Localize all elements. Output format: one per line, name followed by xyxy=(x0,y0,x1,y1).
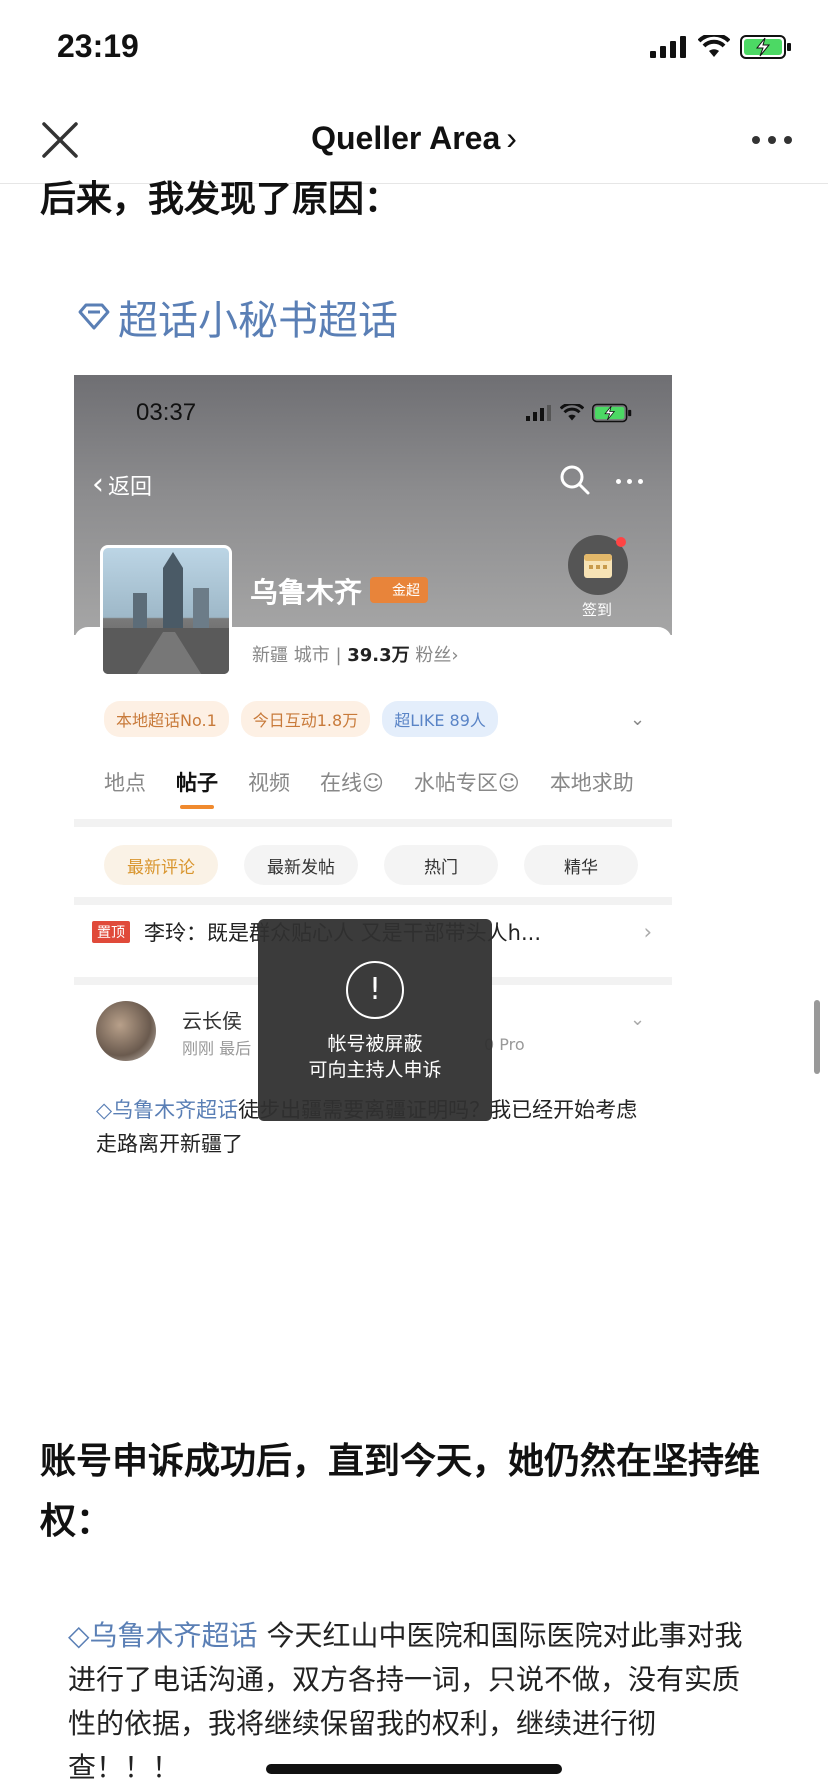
topic-link[interactable]: 超话小秘书超话 xyxy=(76,288,398,346)
calendar-icon xyxy=(584,554,612,578)
chevron-left-icon: ‹ xyxy=(92,467,104,502)
wifi-icon xyxy=(560,404,584,421)
divider xyxy=(74,819,672,827)
gold-badge: 金超 xyxy=(370,577,428,603)
notification-dot xyxy=(616,537,626,547)
city-avatar-image xyxy=(100,545,232,677)
quote-topic-link[interactable]: ◇乌鲁木齐超话 xyxy=(68,1619,258,1652)
status-bar: 23:19 xyxy=(0,0,828,100)
more-icon[interactable] xyxy=(752,136,792,144)
meta-fans-label[interactable]: 粉丝 xyxy=(415,645,451,666)
article-heading: 后来，我发现了原因： xyxy=(40,179,401,220)
embedded-screenshot: 03:37 ‹ 返回 乌鲁木齐 金超 签到 新疆 城市 | 39.3万 粉丝› … xyxy=(74,375,672,1175)
tab-places[interactable]: 地点 xyxy=(104,767,146,797)
screenshot-time: 03:37 xyxy=(136,399,197,426)
status-time: 23:19 xyxy=(57,28,139,64)
filter-hot[interactable]: 热门 xyxy=(384,845,498,885)
tab-videos[interactable]: 视频 xyxy=(248,767,290,797)
status-icons xyxy=(650,34,792,60)
topic-title: 超话小秘书超话 xyxy=(118,298,398,344)
tag-local-rank[interactable]: 本地超话No.1 xyxy=(104,701,229,737)
tab-water-posts[interactable]: 水帖专区☺ xyxy=(414,767,520,797)
chevron-down-icon[interactable]: ⌄ xyxy=(630,1009,645,1030)
post-meta: 刚刚 最后 xyxy=(182,1039,252,1058)
tag-super-like[interactable]: 超LIKE 89人 xyxy=(382,701,498,737)
battery-charging-icon xyxy=(592,403,632,423)
toast-subtitle: 可向主持人申诉 xyxy=(308,1059,442,1081)
pinned-badge: 置顶 xyxy=(92,921,130,943)
scrollbar-thumb[interactable] xyxy=(814,1000,820,1074)
chevron-down-icon[interactable]: ⌄ xyxy=(630,709,645,730)
chevron-right-icon: › xyxy=(506,120,517,156)
exclamation-icon: ! xyxy=(346,961,404,1019)
meta-type: 城市 xyxy=(293,645,330,666)
nav-title-link[interactable]: Queller Area › xyxy=(0,120,828,157)
filter-row: 最新评论 最新发帖 热门 精华 xyxy=(104,845,638,885)
diamond-icon xyxy=(78,303,110,330)
signin-button[interactable] xyxy=(568,535,628,595)
filter-latest-post[interactable]: 最新发帖 xyxy=(244,845,358,885)
filter-featured[interactable]: 精华 xyxy=(524,845,638,885)
signin-label: 签到 xyxy=(582,601,613,619)
post-username[interactable]: 云长侯 xyxy=(182,1005,242,1034)
tab-online[interactable]: 在线☺ xyxy=(320,767,384,797)
tag-today-interaction[interactable]: 今日互动1.8万 xyxy=(240,701,371,737)
toast-title: 帐号被屏蔽 xyxy=(327,1033,423,1055)
cellular-signal-icon xyxy=(650,36,686,58)
cellular-signal-icon xyxy=(526,405,551,421)
tab-bar: 地点 帖子 视频 在线☺ 水帖专区☺ 本地求助 xyxy=(104,767,634,809)
tag-row: 本地超话No.1 今日互动1.8万 超LIKE 89人 xyxy=(104,701,498,737)
back-button[interactable]: ‹ 返回 xyxy=(92,467,152,502)
search-icon[interactable] xyxy=(558,463,592,497)
meta-region: 新疆 xyxy=(252,645,288,666)
blocked-toast: ! 帐号被屏蔽 可向主持人申诉 xyxy=(258,919,492,1121)
city-name: 乌鲁木齐 xyxy=(250,576,363,609)
home-indicator[interactable] xyxy=(266,1764,562,1774)
more-icon[interactable] xyxy=(616,479,643,484)
post-topic-link[interactable]: ◇乌鲁木齐超话 xyxy=(96,1098,238,1122)
screenshot-status-icons xyxy=(526,403,632,423)
divider xyxy=(74,897,672,905)
city-meta: 新疆 城市 | 39.3万 粉丝› xyxy=(252,645,459,666)
tab-local-help[interactable]: 本地求助 xyxy=(550,767,634,797)
wifi-icon xyxy=(698,35,730,57)
chevron-right-icon: › xyxy=(643,920,652,944)
filter-latest-comment[interactable]: 最新评论 xyxy=(104,845,218,885)
city-skyline-image xyxy=(103,552,229,674)
back-label: 返回 xyxy=(108,474,153,500)
article-heading: 账号申诉成功后，直到今天，她仍然在坚持维权： xyxy=(40,1441,761,1542)
nav-title: Queller Area xyxy=(311,120,501,156)
battery-charging-icon xyxy=(740,35,791,59)
tab-posts[interactable]: 帖子 xyxy=(176,767,218,809)
meta-fans-count: 39.3万 xyxy=(347,645,410,666)
avatar[interactable] xyxy=(96,1001,156,1061)
